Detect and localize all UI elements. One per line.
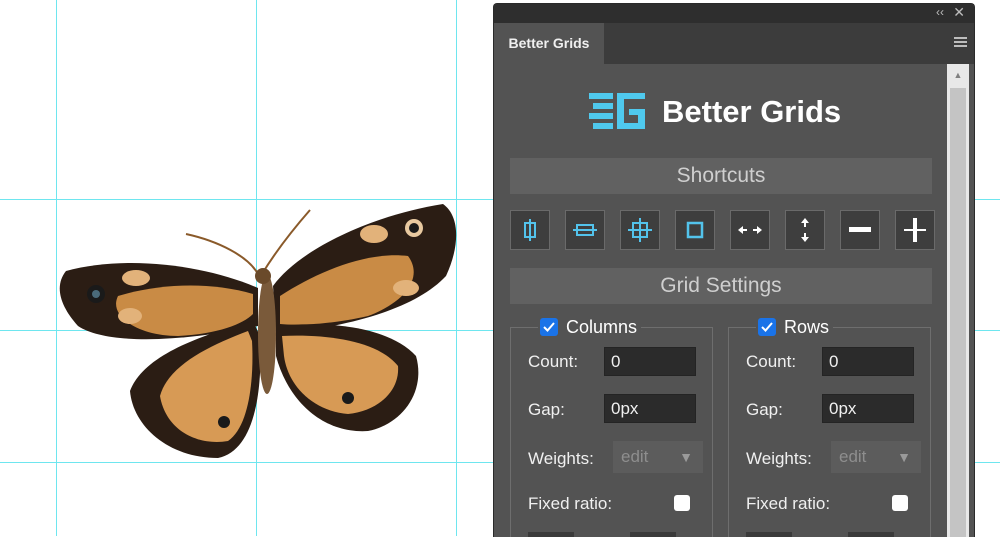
rows-extra-field[interactable] [848,532,894,537]
center-cross-guides-button[interactable] [620,210,660,250]
horizontal-arrows-button[interactable] [730,210,770,250]
columns-weights-select[interactable]: edit ▼ [613,441,703,473]
grid-settings-header: Grid Settings [510,268,932,304]
columns-weights-value: edit [621,447,649,466]
center-horizontal-guide-icon [573,224,597,236]
vertical-line-icon [904,218,926,242]
brand-title: Better Grids [662,94,842,129]
columns-weights-label: Weights: [528,449,594,468]
rows-gap-label: Gap: [746,400,783,419]
rows-label: Rows [784,316,830,337]
rows-checkbox[interactable] [758,318,776,336]
rows-fixed-ratio-label: Fixed ratio: [746,494,831,513]
better-grids-panel: ‹‹ ✕ Better Grids ▲ Better Grids Shortcu… [493,3,975,537]
checkmark-icon [761,322,773,332]
columns-count-input[interactable]: 0 [604,347,696,376]
vertical-arrows-button[interactable] [785,210,825,250]
checkmark-icon [543,322,555,332]
better-grids-logo-icon [589,93,645,129]
panel-menu-icon[interactable] [954,37,967,49]
columns-fixed-ratio-label: Fixed ratio: [528,494,613,513]
margin-box-guides-icon [686,221,704,239]
panel-titlebar: ‹‹ ✕ [494,4,974,23]
rows-fixed-ratio-checkbox[interactable] [892,495,908,511]
vertical-arrows-icon [801,218,809,242]
horizontal-arrows-icon [738,226,762,234]
rows-group-title: Rows [756,314,834,340]
tab-better-grids[interactable]: Better Grids [494,23,604,64]
columns-gap-input[interactable]: 0px [604,394,696,423]
butterfly-image [59,204,457,458]
scroll-thumb[interactable] [950,88,966,537]
scroll-up-arrow-icon[interactable]: ▲ [947,64,969,86]
collapse-panel-icon[interactable]: ‹‹ [936,5,944,19]
columns-gap-label: Gap: [528,400,565,419]
center-horizontal-guide-button[interactable] [565,210,605,250]
chevron-down-icon: ▼ [679,449,693,465]
margin-box-guides-button[interactable] [675,210,715,250]
vertical-line-button[interactable] [895,210,935,250]
center-vertical-guide-button[interactable] [510,210,550,250]
columns-fixed-ratio-checkbox[interactable] [674,495,690,511]
rows-weights-value: edit [839,447,867,466]
columns-extra-field[interactable] [630,532,676,537]
rows-count-input[interactable]: 0 [822,347,914,376]
center-vertical-guide-icon [524,219,536,241]
vertical-scrollbar[interactable]: ▲ [947,64,969,537]
rows-weights-label: Weights: [746,449,812,468]
columns-count-label: Count: [528,352,579,371]
horizontal-line-button[interactable] [840,210,880,250]
horizontal-line-icon [849,227,871,232]
center-cross-guides-icon [628,218,652,242]
panel-tabbar: Better Grids [494,23,974,64]
columns-checkbox[interactable] [540,318,558,336]
shortcuts-header: Shortcuts [510,158,932,194]
columns-extra-field[interactable] [528,532,574,537]
columns-label: Columns [566,316,638,337]
columns-group-title: Columns [538,314,642,340]
rows-gap-input[interactable]: 0px [822,394,914,423]
rows-count-label: Count: [746,352,797,371]
rows-weights-select[interactable]: edit ▼ [831,441,921,473]
close-panel-icon[interactable]: ✕ [953,4,965,21]
rows-extra-field[interactable] [746,532,792,537]
chevron-down-icon: ▼ [897,449,911,465]
